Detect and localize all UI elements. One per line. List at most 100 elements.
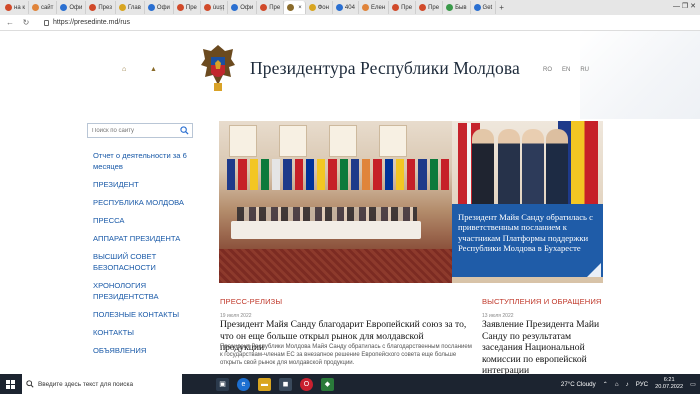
tab-favicon-icon xyxy=(118,4,126,11)
tab-label: Офи xyxy=(69,4,83,11)
sidebar-item-chronology[interactable]: ХРОНОЛОГИЯ ПРЕЗИДЕНТСТВА xyxy=(93,280,188,302)
browser-tab[interactable]: сайт xyxy=(29,1,58,14)
url-field[interactable]: https://presedinte.md/rus xyxy=(44,19,130,26)
browser-tab[interactable]: ùușț xyxy=(201,1,229,14)
clock[interactable]: 6:21 20.07.2022 xyxy=(655,377,683,391)
file-explorer-icon[interactable]: ▬ xyxy=(258,377,271,391)
tab-favicon-icon xyxy=(361,4,369,11)
clock-time: 6:21 xyxy=(663,377,675,383)
tab-label: Глав xyxy=(127,4,141,11)
browser-tab[interactable]: През xyxy=(86,1,116,14)
sitemap-icon[interactable]: ▲ xyxy=(150,66,157,73)
sidebar-item-security-council[interactable]: ВЫСШИЙ СОВЕТ БЕЗОПАСНОСТИ xyxy=(93,251,188,273)
sidebar-item-announcements[interactable]: ОБЪЯВЛЕНИЯ xyxy=(93,345,188,356)
refresh-icon[interactable]: ↻ xyxy=(22,18,30,27)
speeches-headline[interactable]: Заявление Президента Майи Санду по резул… xyxy=(482,319,600,377)
hero-caption[interactable]: Президент Майя Санду обратилась с привет… xyxy=(452,204,603,277)
taskbar-search-icon xyxy=(26,380,34,388)
browser-tab[interactable]: Глав xyxy=(116,1,145,14)
volume-icon[interactable]: ♪ xyxy=(626,381,629,388)
browser-tab[interactable]: 404 xyxy=(333,1,359,14)
hero-caption-text: Президент Майя Санду обратилась с привет… xyxy=(458,212,593,254)
windows-logo-icon xyxy=(5,379,15,389)
opera-icon[interactable]: O xyxy=(300,377,313,391)
tab-favicon-icon xyxy=(203,4,211,11)
close-tab-icon[interactable]: × xyxy=(298,5,302,11)
browser-tab[interactable]: Офи xyxy=(57,1,87,14)
browser-tab[interactable]: × xyxy=(284,1,306,14)
store-icon[interactable]: ◼ xyxy=(279,377,292,391)
task-view-icon[interactable]: ▣ xyxy=(216,377,229,391)
browser-tab[interactable]: Офи xyxy=(228,1,258,14)
notifications-icon[interactable]: ▭ xyxy=(690,381,696,388)
browser-tab[interactable]: Пре xyxy=(389,1,417,14)
tab-label: Офи xyxy=(156,4,170,11)
tab-label: Пре xyxy=(401,4,413,11)
url-text: https://presedinte.md/rus xyxy=(53,19,131,26)
browser-tab[interactable]: Фон xyxy=(306,1,333,14)
network-icon[interactable]: ⌂ xyxy=(615,381,619,388)
browser-tab[interactable]: на к xyxy=(2,1,29,14)
tab-favicon-icon xyxy=(308,4,316,11)
tab-favicon-icon xyxy=(419,4,427,11)
sidebar-item-apparatus[interactable]: АППАРАТ ПРЕЗИДЕНТА xyxy=(93,233,188,244)
lang-ru[interactable]: RU xyxy=(580,67,589,73)
tab-label: ùușț xyxy=(212,4,225,11)
browser-tab[interactable]: Быв xyxy=(443,1,471,14)
browser-tab[interactable]: Пре xyxy=(416,1,444,14)
taskbar-search-text: Введите здесь текст для поиска xyxy=(38,380,133,388)
search-box[interactable] xyxy=(87,123,193,138)
press-summary: Президент Республики Молдова Майя Санду … xyxy=(220,344,472,366)
back-icon[interactable]: ← xyxy=(6,18,14,27)
home-icon[interactable]: ⌂ xyxy=(122,66,126,73)
tab-favicon-icon xyxy=(31,4,39,11)
tab-label: Елен xyxy=(370,4,386,11)
start-button[interactable] xyxy=(0,374,20,394)
sidebar-item-report[interactable]: Отчет о деятельности за 6 месяцев xyxy=(93,150,188,172)
tab-label: Пре xyxy=(185,4,197,11)
speeches-section-title[interactable]: ВЫСТУПЛЕНИЯ И ОБРАЩЕНИЯ xyxy=(482,297,602,306)
system-tray: 27°C Cloudy ⌃ ⌂ ♪ РУС 6:21 20.07.2022 ▭ xyxy=(561,374,696,394)
coat-of-arms-icon xyxy=(201,45,235,91)
tab-label: Пре xyxy=(269,4,281,11)
press-section-title[interactable]: ПРЕСС-РЕЛИЗЫ xyxy=(220,297,282,306)
caption-corner-arrow-icon xyxy=(587,263,601,277)
sidebar-item-useful-contacts[interactable]: ПОЛЕЗНЫЕ КОНТАКТЫ xyxy=(93,309,188,320)
taskbar-search[interactable]: Введите здесь текст для поиска xyxy=(22,374,182,394)
hero-banner[interactable]: Президент Майя Санду обратилась с привет… xyxy=(219,121,603,283)
search-input[interactable] xyxy=(92,127,172,134)
sidebar-nav: Отчет о деятельности за 6 месяцев ПРЕЗИД… xyxy=(93,150,188,363)
windows-taskbar: Введите здесь текст для поиска ▣ e ▬ ◼ O… xyxy=(0,374,700,394)
site-title: Президентура Республики Молдова xyxy=(250,58,520,78)
tab-label: Get xyxy=(482,4,493,11)
tab-label: сайт xyxy=(40,4,54,11)
language-indicator[interactable]: РУС xyxy=(636,381,648,388)
lock-icon xyxy=(44,19,49,26)
tray-arrow-icon[interactable]: ⌃ xyxy=(603,381,608,388)
language-switcher: RO EN RU xyxy=(543,67,589,73)
app-icon[interactable]: ◆ xyxy=(321,377,334,391)
clock-date: 20.07.2022 xyxy=(655,384,684,390)
sidebar-item-republic[interactable]: РЕСПУБЛИКА МОЛДОВА xyxy=(93,197,188,208)
browser-tab[interactable]: Елен xyxy=(359,1,390,14)
taskbar-apps: ▣ e ▬ ◼ O ◆ xyxy=(216,377,334,391)
weather-text[interactable]: 27°C Cloudy xyxy=(561,381,596,388)
lang-en[interactable]: EN xyxy=(562,67,570,73)
browser-tab[interactable]: Пре xyxy=(174,1,201,14)
sidebar-item-president[interactable]: ПРЕЗИДЕНТ xyxy=(93,179,188,190)
browser-tab[interactable]: Офи xyxy=(145,1,174,14)
sidebar-item-contacts[interactable]: КОНТАКТЫ xyxy=(93,327,188,338)
tab-label: на к xyxy=(14,4,25,11)
tab-favicon-icon xyxy=(5,4,12,11)
window-controls[interactable]: — ❐ ✕ xyxy=(673,2,696,10)
lang-ro[interactable]: RO xyxy=(543,67,552,73)
new-tab-button[interactable]: + xyxy=(496,3,507,12)
search-icon[interactable] xyxy=(180,126,189,135)
tab-favicon-icon xyxy=(60,4,68,11)
tab-label: Быв xyxy=(455,4,467,11)
tab-label: Пре xyxy=(428,4,440,11)
edge-icon[interactable]: e xyxy=(237,377,250,391)
browser-tab[interactable]: Get xyxy=(471,1,497,14)
browser-tab[interactable]: Пре xyxy=(257,1,285,14)
sidebar-item-press[interactable]: ПРЕССА xyxy=(93,215,188,226)
